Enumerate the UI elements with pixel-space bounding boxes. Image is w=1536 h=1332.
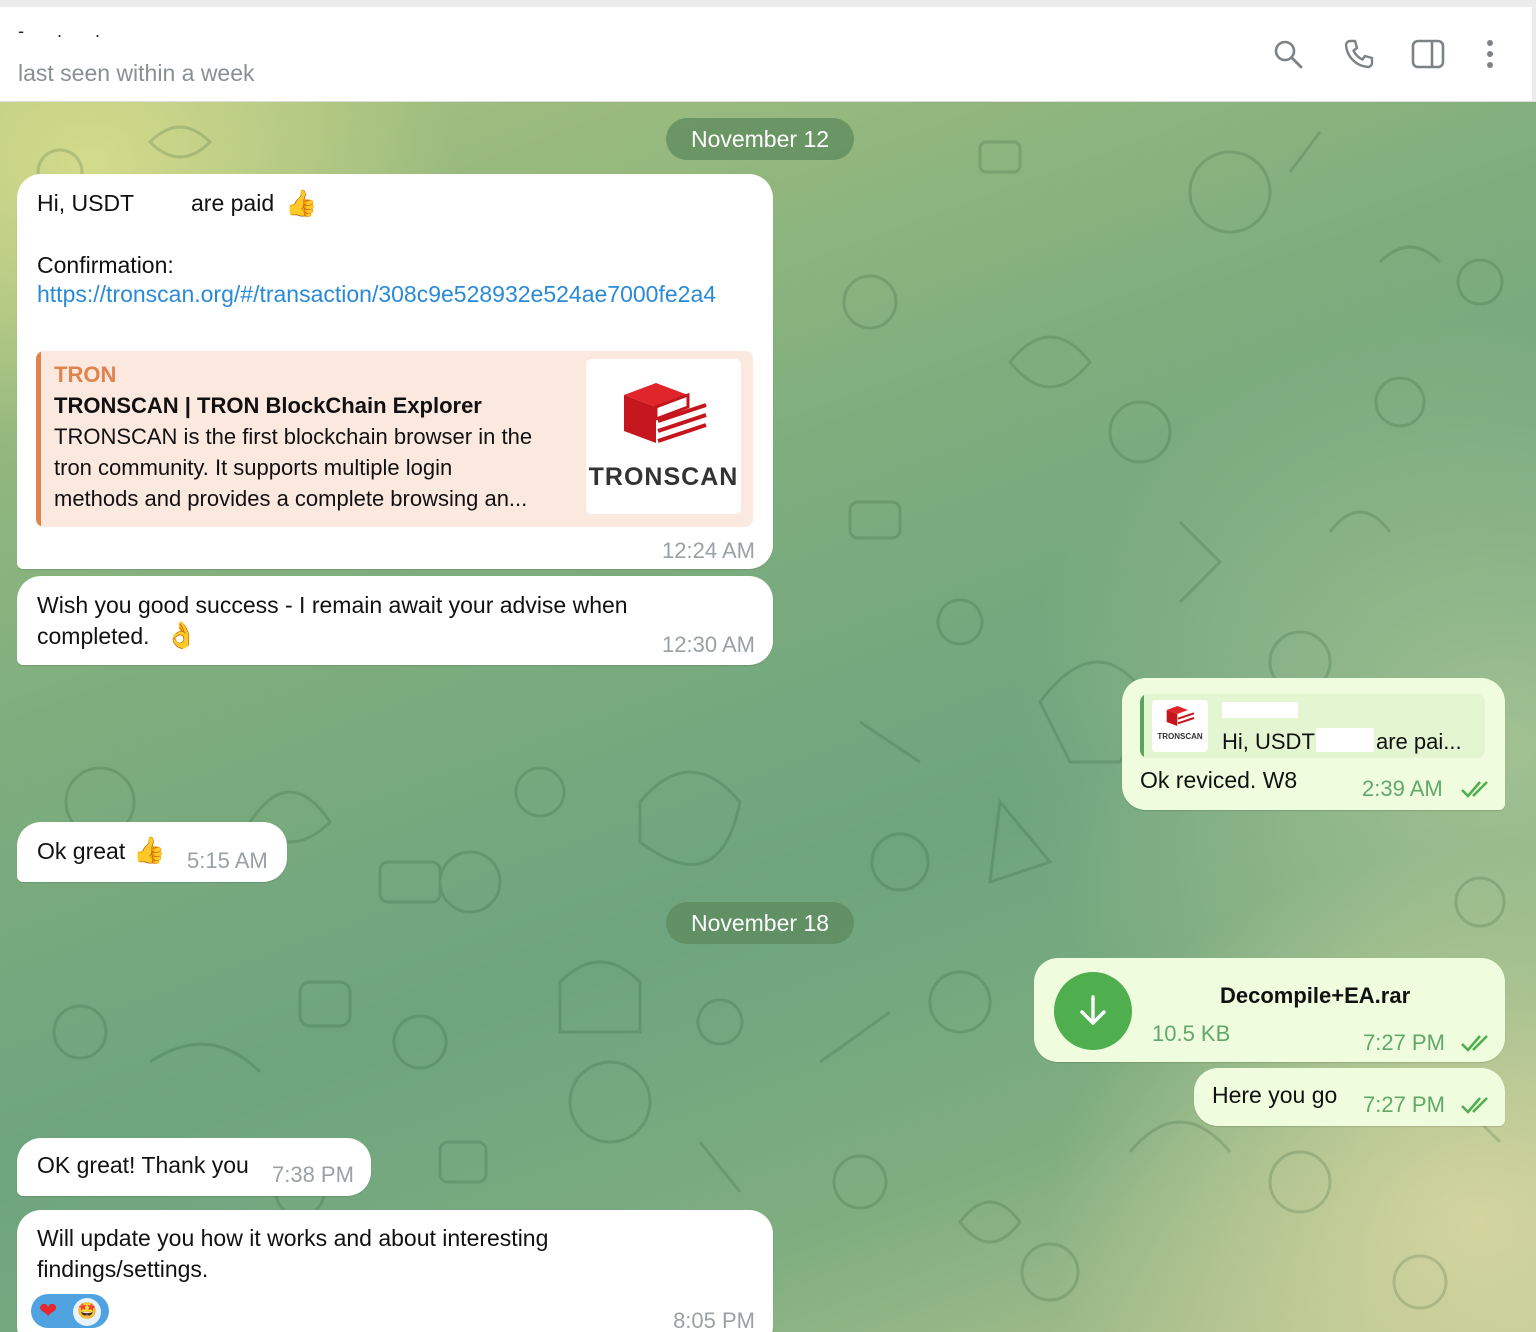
redacted-amount <box>1316 728 1374 752</box>
reactor-avatar: 🤩 <box>73 1298 101 1326</box>
preview-title: TRONSCAN | TRON BlockChain Explorer <box>54 393 482 418</box>
date-separator: November 12 <box>666 118 854 160</box>
tronscan-logo-thumbnail: TRONSCAN <box>586 359 741 514</box>
preview-description: tron community. It supports multiple log… <box>54 455 453 480</box>
top-strip <box>0 0 1536 7</box>
date-separator: November 18 <box>666 902 854 944</box>
message-text: Wish you good success - I remain await y… <box>37 592 628 618</box>
transaction-link[interactable]: https://tronscan.org/#/transaction/308c9… <box>37 281 757 310</box>
download-button[interactable] <box>1054 972 1132 1050</box>
reply-text: Hi, USDT <box>1222 729 1315 754</box>
message-text: Will update you how it works and about i… <box>37 1225 549 1251</box>
telegram-chat-window: - . . last seen within a week November 1… <box>0 0 1536 1332</box>
reaction-badge[interactable]: ❤ 🤩 <box>31 1294 109 1328</box>
search-icon[interactable] <box>1271 37 1305 71</box>
link-preview-card[interactable]: TRON TRONSCAN | TRON BlockChain Explorer… <box>36 351 753 527</box>
message-list[interactable]: November 12 Hi, USDT are paid 👍 Confirma… <box>0 102 1536 1332</box>
message-text: Here you go <box>1212 1082 1338 1108</box>
preview-description: TRONSCAN is the first blockchain browser… <box>54 424 533 449</box>
reply-accent-bar <box>1140 694 1144 758</box>
incoming-message[interactable]: Hi, USDT are paid 👍 Confirmation: https:… <box>17 174 773 569</box>
message-time: 7:38 PM <box>272 1162 354 1187</box>
download-arrow-icon <box>1080 995 1106 1025</box>
incoming-message[interactable]: Ok great 👍 5:15 AM <box>17 822 287 882</box>
chat-name[interactable]: - . . <box>18 21 114 42</box>
preview-description: methods and provides a complete browsing… <box>54 486 528 511</box>
more-vertical-icon[interactable] <box>1473 37 1507 71</box>
message-text: OK great! Thank you <box>37 1152 249 1178</box>
message-time: 7:27 PM <box>1363 1030 1445 1055</box>
thumbs-up-emoji: 👍 <box>133 835 166 865</box>
file-size: 10.5 KB <box>1152 1021 1231 1046</box>
tronscan-logo-icon <box>1166 706 1195 726</box>
outgoing-message[interactable]: TRONSCAN Hi, USDT are pai... Ok reviced.… <box>1122 678 1505 810</box>
message-time: 12:30 AM <box>662 632 755 657</box>
redacted-filename-prefix <box>1146 972 1218 1002</box>
read-checkmarks-icon <box>1461 1097 1488 1114</box>
heart-reaction-icon: ❤ <box>39 1298 58 1323</box>
reply-quote[interactable]: TRONSCAN Hi, USDT are pai... <box>1140 694 1485 758</box>
message-time: 12:24 AM <box>662 538 755 563</box>
message-text: Ok reviced. W8 <box>1140 767 1298 793</box>
message-text: are paid <box>191 190 275 216</box>
message-time: 8:05 PM <box>673 1308 755 1332</box>
outgoing-message[interactable]: Here you go 7:27 PM <box>1194 1068 1505 1126</box>
incoming-message[interactable]: OK great! Thank you 7:38 PM <box>17 1138 371 1196</box>
phone-icon[interactable] <box>1342 37 1376 71</box>
read-checkmarks-icon <box>1461 781 1488 798</box>
read-checkmarks-icon <box>1461 1035 1488 1052</box>
message-time: 7:27 PM <box>1363 1092 1445 1117</box>
message-time: 5:15 AM <box>187 848 268 873</box>
message-text: completed. <box>37 623 150 649</box>
reply-thumbnail: TRONSCAN <box>1152 700 1208 752</box>
redacted-sender <box>1222 702 1298 718</box>
sidebar-toggle-icon[interactable] <box>1411 37 1445 71</box>
incoming-message[interactable]: Wish you good success - I remain await y… <box>17 576 773 665</box>
thumbs-up-emoji: 👍 <box>285 188 318 218</box>
chat-status: last seen within a week <box>18 60 255 86</box>
message-text: Ok great <box>37 838 126 864</box>
incoming-message[interactable]: Will update you how it works and about i… <box>17 1210 773 1332</box>
message-text: Hi, USDT <box>37 190 135 216</box>
chat-header[interactable]: - . . last seen within a week <box>0 7 1536 102</box>
tronscan-logo-text: TRONSCAN <box>588 463 739 491</box>
outgoing-file-message[interactable]: Decompile+EA.rar 10.5 KB 7:27 PM <box>1034 958 1505 1062</box>
message-text: Confirmation: <box>37 252 174 278</box>
message-text: findings/settings. <box>37 1256 209 1282</box>
tronscan-logo-icon <box>624 383 707 443</box>
file-name[interactable]: Decompile+EA.rar <box>1220 980 1410 1011</box>
preview-site-name: TRON <box>54 362 117 387</box>
preview-accent-bar <box>36 351 41 527</box>
reply-logo-text: TRONSCAN <box>1157 732 1203 741</box>
reply-text: are pai... <box>1376 729 1462 754</box>
message-time: 2:39 AM <box>1362 776 1443 801</box>
ok-hand-emoji: 👌 <box>165 620 198 650</box>
